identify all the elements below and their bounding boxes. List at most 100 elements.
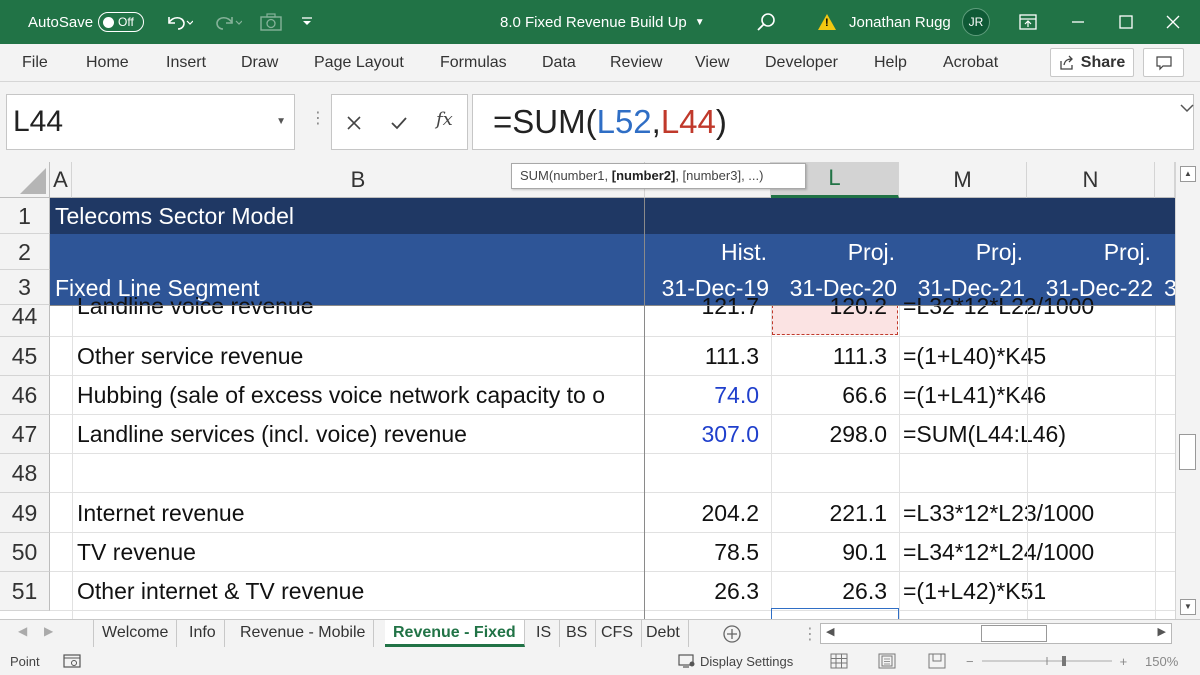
share-button[interactable]: Share: [1050, 48, 1134, 77]
cell-m-formula[interactable]: =L32*12*L22/1000: [903, 295, 1153, 337]
cell-m-formula[interactable]: =L34*12*L24/1000: [903, 533, 1153, 572]
cell-k[interactable]: [645, 454, 759, 493]
cell-m-formula[interactable]: [903, 454, 1153, 493]
scroll-down-icon[interactable]: ▼: [1180, 599, 1196, 615]
row-label[interactable]: Other service revenue: [77, 337, 643, 376]
vertical-scrollbar[interactable]: ▲ ▼: [1175, 162, 1200, 619]
row-label[interactable]: Other internet & TV revenue: [77, 572, 643, 611]
horizontal-scroll-thumb[interactable]: [981, 625, 1047, 642]
autosave-toggle[interactable]: Off: [98, 12, 144, 32]
zoom-slider[interactable]: − +: [966, 647, 1127, 675]
sheet-tab-info[interactable]: Info: [181, 620, 225, 647]
tab-developer[interactable]: Developer: [765, 44, 838, 82]
tab-file[interactable]: File: [22, 44, 48, 82]
formula-input[interactable]: =SUM(L52,L44): [472, 94, 1194, 150]
page-break-view-button[interactable]: [928, 647, 946, 675]
sheet-tab-cfs[interactable]: CFS: [593, 620, 642, 647]
row-header[interactable]: 46: [0, 376, 50, 415]
cell-k[interactable]: 204.2: [645, 493, 759, 533]
column-header-o[interactable]: [1155, 162, 1175, 198]
tab-help[interactable]: Help: [874, 44, 907, 82]
column-header-a[interactable]: A: [50, 162, 72, 198]
sheet-tab-revenue-fixed[interactable]: Revenue - Fixed: [385, 620, 525, 647]
customize-toolbar-button[interactable]: [300, 0, 314, 44]
cell-m-formula[interactable]: =SUM(L44:L46): [903, 415, 1153, 454]
cell-m-formula[interactable]: =(1+L40)*K45: [903, 337, 1153, 376]
scroll-up-icon[interactable]: ▲: [1180, 166, 1196, 182]
sheet-tab-bs[interactable]: BS: [558, 620, 597, 647]
row-label[interactable]: [77, 454, 643, 493]
cell-l[interactable]: [771, 454, 887, 493]
tab-view[interactable]: View: [695, 44, 729, 82]
sheet-prev-icon[interactable]: ◀: [18, 624, 27, 638]
sheet-tab-revenue-mobile[interactable]: Revenue - Mobile: [232, 620, 375, 647]
display-settings-button[interactable]: Display Settings: [678, 647, 793, 675]
tab-split-handle-icon[interactable]: ⋮: [802, 624, 818, 644]
row-header[interactable]: 45: [0, 337, 50, 376]
row-label[interactable]: Internet revenue: [77, 493, 643, 533]
cancel-icon[interactable]: [346, 115, 362, 131]
row-header[interactable]: 48: [0, 454, 50, 493]
cell-l[interactable]: 298.0: [771, 415, 887, 454]
spreadsheet-grid[interactable]: A B K L M N 1 2 3 Telecoms Sector Model …: [0, 162, 1175, 619]
macro-recording-button[interactable]: [63, 647, 81, 675]
row-header-1[interactable]: 1: [0, 198, 50, 234]
redo-button[interactable]: [212, 0, 242, 44]
row-header-2[interactable]: 2: [0, 234, 50, 270]
drag-handle-icon[interactable]: ⋮: [310, 108, 326, 128]
tab-formulas[interactable]: Formulas: [440, 44, 507, 82]
tab-home[interactable]: Home: [86, 44, 129, 82]
sheet-next-icon[interactable]: ▶: [44, 624, 53, 638]
horizontal-scrollbar[interactable]: ◀ ▶: [820, 623, 1172, 644]
tab-draw[interactable]: Draw: [241, 44, 278, 82]
zoom-out-icon[interactable]: −: [966, 654, 974, 669]
cell-k[interactable]: 111.3: [645, 337, 759, 376]
sheet-tab-debt[interactable]: Debt: [638, 620, 689, 647]
cell-k[interactable]: 26.3: [645, 572, 759, 611]
cell-k[interactable]: 121.7: [645, 295, 759, 337]
cell-m-formula[interactable]: =L33*12*L23/1000: [903, 493, 1153, 533]
cell-k[interactable]: 78.5: [645, 533, 759, 572]
avatar[interactable]: JR: [962, 8, 990, 36]
cell-m-formula[interactable]: =(1+L41)*K46: [903, 376, 1153, 415]
cell-l[interactable]: 90.1: [771, 533, 887, 572]
ribbon-display-options-button[interactable]: [1019, 0, 1037, 44]
maximize-button[interactable]: [1119, 0, 1133, 44]
name-box[interactable]: L44 ▼: [6, 94, 295, 150]
page-layout-view-button[interactable]: [878, 647, 896, 675]
row-label[interactable]: Hubbing (sale of excess voice network ca…: [77, 376, 643, 415]
cell-l[interactable]: 221.1: [771, 493, 887, 533]
undo-button[interactable]: [163, 0, 193, 44]
insert-function-icon[interactable]: fx: [436, 109, 453, 130]
row-header-3[interactable]: 3: [0, 270, 50, 305]
row-label[interactable]: Landline services (incl. voice) revenue: [77, 415, 643, 454]
tab-acrobat[interactable]: Acrobat: [943, 44, 998, 82]
vertical-scroll-thumb[interactable]: [1179, 434, 1196, 470]
sheet-tab-is[interactable]: IS: [528, 620, 561, 647]
camera-button[interactable]: [260, 0, 282, 44]
row-label[interactable]: TV revenue: [77, 533, 643, 572]
expand-formula-bar-icon[interactable]: [1180, 100, 1194, 116]
row-header[interactable]: 47: [0, 415, 50, 454]
cell-l[interactable]: 111.3: [771, 337, 887, 376]
row-header[interactable]: 50: [0, 533, 50, 572]
cell-k[interactable]: 74.0: [645, 376, 759, 415]
cell-l[interactable]: 66.6: [771, 376, 887, 415]
minimize-button[interactable]: [1071, 0, 1085, 44]
comments-button[interactable]: [1143, 48, 1184, 77]
search-button[interactable]: [756, 0, 776, 44]
tab-insert[interactable]: Insert: [166, 44, 206, 82]
new-sheet-button[interactable]: [722, 624, 742, 649]
row-header[interactable]: 51: [0, 572, 50, 611]
cell-k[interactable]: 307.0: [645, 415, 759, 454]
scroll-right-icon[interactable]: ▶: [1158, 625, 1166, 638]
scroll-left-icon[interactable]: ◀: [826, 625, 834, 638]
tab-data[interactable]: Data: [542, 44, 576, 82]
row-header[interactable]: 49: [0, 493, 50, 533]
cell-m-formula[interactable]: =(1+L42)*K51: [903, 572, 1153, 611]
select-all-corner[interactable]: [0, 162, 50, 198]
close-button[interactable]: [1166, 0, 1180, 44]
tab-page-layout[interactable]: Page Layout: [314, 44, 404, 82]
column-header-m[interactable]: M: [899, 162, 1027, 198]
column-header-n[interactable]: N: [1027, 162, 1155, 198]
